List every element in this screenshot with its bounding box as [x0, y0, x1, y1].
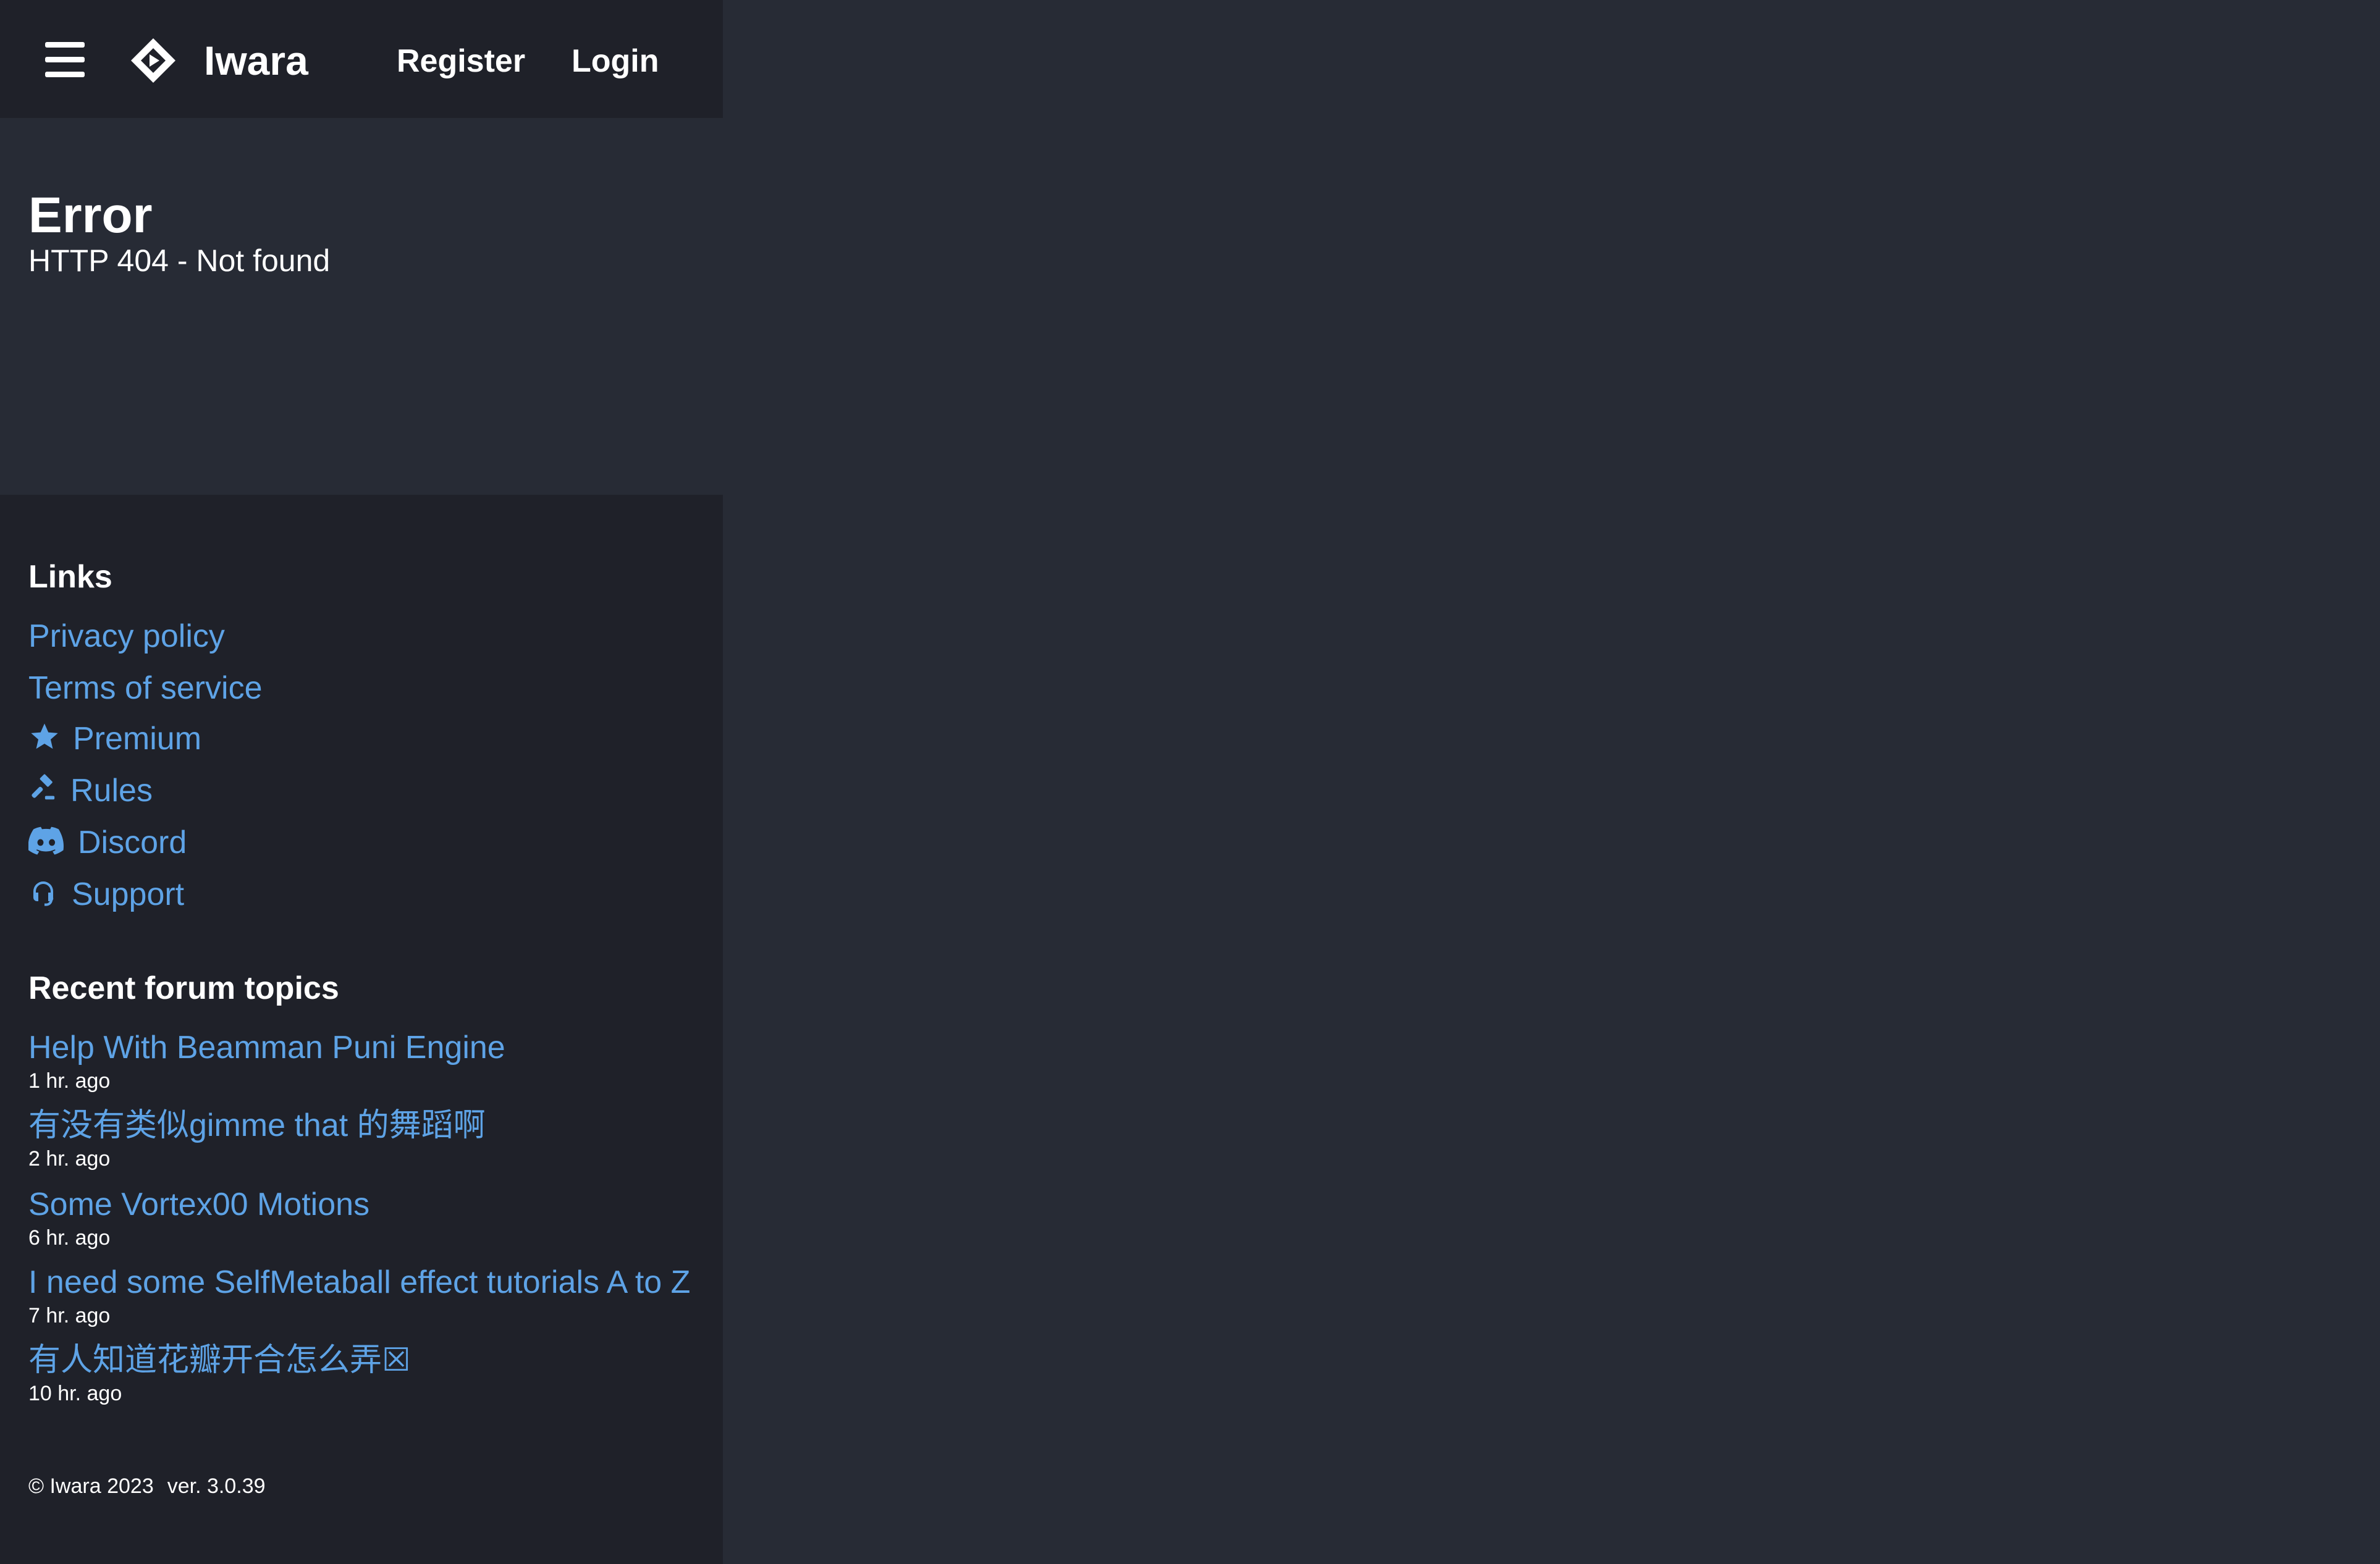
gavel-icon — [32, 774, 55, 800]
privacy-policy-label: Privacy policy — [28, 618, 225, 654]
menu-icon[interactable] — [45, 42, 85, 77]
recent-topics-heading: Recent forum topics — [28, 970, 339, 1006]
premium-link[interactable]: Premium — [28, 718, 201, 759]
headset-icon — [33, 881, 54, 906]
topic-time: 7 hr. ago — [28, 1304, 111, 1327]
star-icon — [31, 723, 58, 749]
copyright-text: © Iwara 2023 — [28, 1474, 154, 1498]
top-header: Iwara Register Login — [0, 0, 723, 118]
brand-name[interactable]: Iwara — [204, 36, 308, 85]
support-label: Support — [72, 877, 185, 912]
copyright-line: © Iwara 2023 ver. 3.0.39 — [28, 1473, 266, 1499]
discord-label: Discord — [78, 825, 187, 860]
topic-time: 10 hr. ago — [28, 1382, 122, 1405]
footer-sidebar: Links Privacy policy Terms of service Pr… — [0, 495, 723, 1564]
topic-link[interactable]: Help With Beamman Puni Engine — [28, 1027, 505, 1068]
topic-time: 1 hr. ago — [28, 1069, 111, 1093]
topic-link[interactable]: 有人知道花瓣开合怎么弄☒ — [28, 1340, 411, 1381]
discord-link[interactable]: Discord — [28, 822, 187, 863]
rules-label: Rules — [70, 773, 153, 809]
topic-time: 6 hr. ago — [28, 1226, 111, 1250]
premium-label: Premium — [73, 721, 202, 757]
error-title: Error — [28, 187, 153, 243]
discord-icon — [28, 826, 64, 855]
rules-link[interactable]: Rules — [28, 770, 153, 811]
privacy-policy-link[interactable]: Privacy policy — [28, 616, 225, 657]
register-link[interactable]: Register — [397, 40, 525, 83]
topic-link[interactable]: 有没有类似gimme that 的舞蹈啊 — [28, 1105, 486, 1146]
topic-time: 2 hr. ago — [28, 1147, 111, 1171]
iwara-logo-icon[interactable] — [130, 37, 177, 84]
version-text: ver. 3.0.39 — [167, 1474, 266, 1498]
topic-link[interactable]: I need some SelfMetaball effect tutorial… — [28, 1262, 690, 1303]
login-link[interactable]: Login — [572, 40, 659, 83]
terms-of-service-label: Terms of service — [28, 670, 263, 706]
page: Iwara Register Login Error HTTP 404 - No… — [0, 0, 2380, 1564]
error-message: HTTP 404 - Not found — [28, 243, 331, 278]
links-heading: Links — [28, 559, 112, 595]
topic-link[interactable]: Some Vortex00 Motions — [28, 1184, 369, 1225]
terms-of-service-link[interactable]: Terms of service — [28, 668, 263, 708]
support-link[interactable]: Support — [28, 874, 184, 915]
error-section: Error HTTP 404 - Not found — [0, 118, 723, 495]
left-column: Iwara Register Login Error HTTP 404 - No… — [0, 0, 723, 1564]
